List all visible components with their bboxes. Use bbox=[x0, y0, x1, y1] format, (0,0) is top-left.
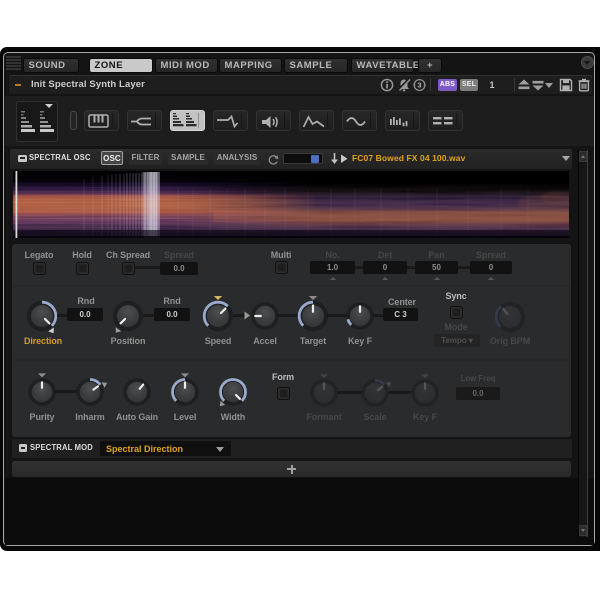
svg-text:3: 3 bbox=[417, 81, 421, 90]
